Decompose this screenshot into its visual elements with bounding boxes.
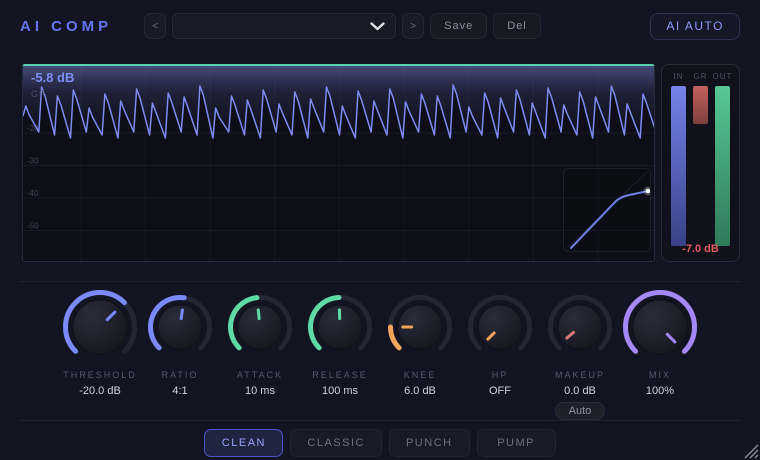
plugin-window: AI COMP < > Save Del AI AUTO -20 -30 -40 -5… <box>0 0 760 460</box>
ratio-label: RATIO <box>161 370 199 380</box>
output-gain-readout: -7.0 dB <box>682 243 719 255</box>
plugin-title: AI COMP <box>20 17 113 35</box>
attack-label: ATTACK <box>236 370 284 380</box>
makeup-label: MAKEUP <box>554 370 605 380</box>
meter-out: OUT <box>712 72 733 246</box>
meter-panel: IN GR OUT -7.0 dB <box>661 64 740 262</box>
knob-group-ratio: RATIO 4:1 <box>140 287 220 420</box>
makeup-value[interactable]: 0.0 dB <box>564 385 596 397</box>
knob-group-makeup: MAKEUP 0.0 dB Auto <box>540 287 620 420</box>
meter-track <box>671 86 686 246</box>
meter-gr: GR <box>690 72 711 246</box>
hp-knob[interactable] <box>467 287 533 367</box>
meter-bar <box>715 86 730 246</box>
mode-button-punch[interactable]: PUNCH <box>388 429 470 457</box>
resize-handle-icon[interactable] <box>743 443 759 459</box>
threshold-label: THRESHOLD <box>63 370 137 380</box>
knee-value[interactable]: 6.0 dB <box>404 385 436 397</box>
meter-label: OUT <box>712 72 733 81</box>
mix-value[interactable]: 100% <box>646 385 674 397</box>
gr-readout: -5.8 dB <box>31 70 75 85</box>
knee-label: KNEE <box>403 370 437 380</box>
release-knob[interactable] <box>307 287 373 367</box>
chevron-left-icon: < <box>152 20 159 32</box>
mode-buttons: CLEAN CLASSIC PUNCH PUMP <box>0 421 760 457</box>
header-bar: AI COMP < > Save Del AI AUTO <box>0 0 760 52</box>
ratio-knob-pointer <box>179 308 184 321</box>
knob-group-hp: HP OFF <box>460 287 540 420</box>
knob-row: THRESHOLD -20.0 dB RATIO 4:1 ATTACK 10 ms RELE… <box>0 282 760 420</box>
threshold-value[interactable]: -20.0 dB <box>79 385 121 397</box>
knob-group-attack: ATTACK 10 ms <box>220 287 300 420</box>
chevron-down-icon <box>370 21 385 30</box>
makeup-knob[interactable] <box>547 287 613 367</box>
gr-sub-label: GR <box>31 89 47 99</box>
threshold-knob[interactable] <box>62 287 138 367</box>
meter-track <box>715 86 730 246</box>
meter-track <box>693 86 708 246</box>
main-section: -20 -30 -40 -50 -5.8 dB GR IN GR OUT -7.0 dB <box>22 64 740 262</box>
knob-group-release: RELEASE 100 ms <box>300 287 380 420</box>
knob-group-knee: KNEE 6.0 dB <box>380 287 460 420</box>
preset-dropdown[interactable] <box>172 13 397 39</box>
ai-auto-button[interactable]: AI AUTO <box>650 12 740 40</box>
save-button[interactable]: Save <box>430 13 488 39</box>
meter-bar <box>671 86 686 246</box>
mix-label: MIX <box>648 370 671 380</box>
mode-button-clean[interactable]: CLEAN <box>204 429 284 457</box>
mode-button-classic[interactable]: CLASSIC <box>290 429 382 457</box>
attack-knob-pointer <box>256 308 261 321</box>
hp-label: HP <box>491 370 509 380</box>
mode-button-pump[interactable]: PUMP <box>476 429 556 457</box>
ratio-value[interactable]: 4:1 <box>172 385 187 397</box>
grid-label: -50 <box>27 222 39 231</box>
meter-label: GR <box>693 72 708 81</box>
meter-in: IN <box>668 72 689 246</box>
transfer-curve-panel <box>563 168 653 252</box>
gr-waveform: -20-30-40-50 <box>23 66 654 261</box>
preset-controls: < > Save Del <box>144 13 541 39</box>
knee-knob[interactable] <box>387 287 453 367</box>
makeup-auto-button[interactable]: Auto <box>555 402 605 420</box>
knob-group-threshold: THRESHOLD -20.0 dB <box>60 287 140 420</box>
release-value[interactable]: 100 ms <box>322 385 358 397</box>
attack-knob[interactable] <box>227 287 293 367</box>
chevron-right-icon: > <box>410 20 417 32</box>
mix-knob[interactable] <box>622 287 698 367</box>
transfer-curve <box>566 171 653 249</box>
attack-value[interactable]: 10 ms <box>245 385 275 397</box>
ratio-knob[interactable] <box>147 287 213 367</box>
meter-bar <box>693 86 708 125</box>
grid-label: -30 <box>27 157 39 166</box>
del-button[interactable]: Del <box>493 13 541 39</box>
grid-label: -40 <box>27 189 39 198</box>
preset-prev-button[interactable]: < <box>144 13 167 39</box>
release-label: RELEASE <box>312 370 368 380</box>
hp-value[interactable]: OFF <box>489 385 511 397</box>
knob-group-mix: MIX 100% <box>620 287 700 420</box>
meter-label: IN <box>673 72 684 81</box>
preset-next-button[interactable]: > <box>402 13 425 39</box>
gain-reduction-display: -20 -30 -40 -50 -5.8 dB GR <box>22 64 655 262</box>
